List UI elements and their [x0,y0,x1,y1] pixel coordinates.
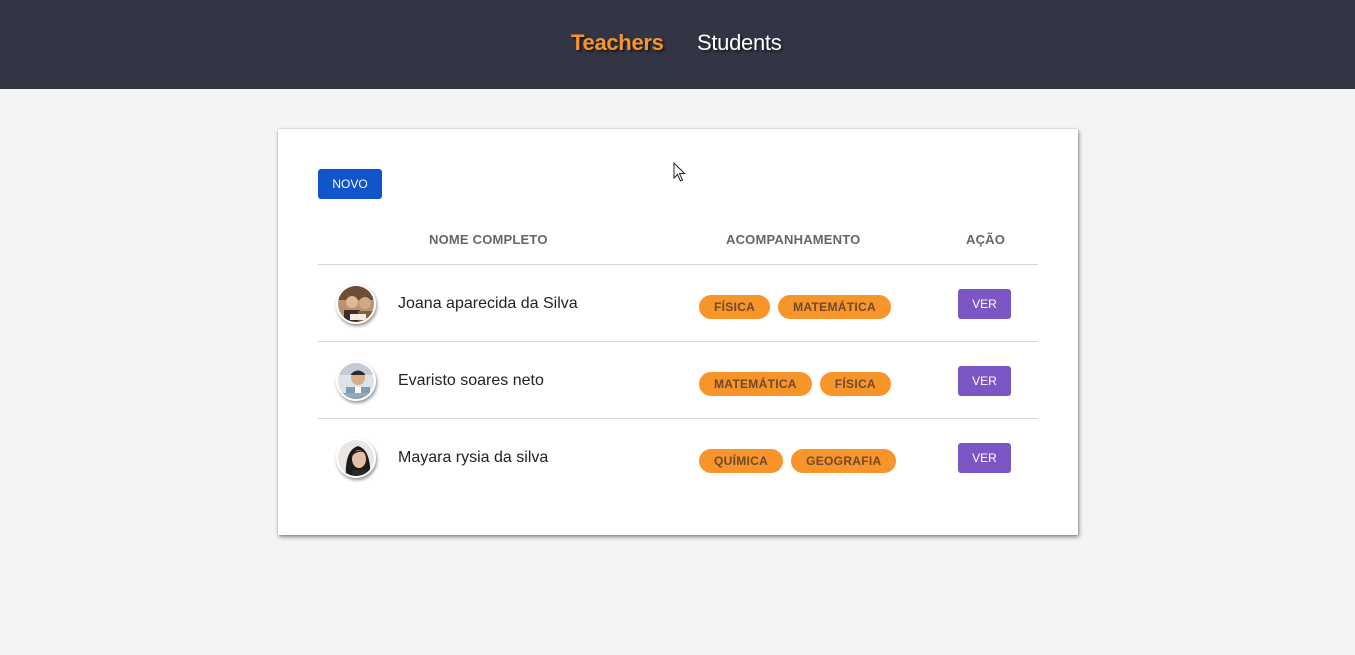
avatar [336,361,376,401]
top-navbar: Teachers Students [0,0,1355,89]
table-row: Mayara rysia da silva QUÍMICA GEOGRAFIA … [318,419,1038,496]
view-button[interactable]: VER [958,443,1011,473]
column-header-action: AÇÃO [966,232,1006,247]
subject-tag: GEOGRAFIA [791,449,897,473]
subject-tag: FÍSICA [819,372,891,396]
nav-students-link[interactable]: Students [697,30,782,56]
teacher-name: Mayara rysia da silva [398,449,549,466]
view-button[interactable]: VER [958,366,1011,396]
teachers-card: NOVO NOME COMPLETO ACOMPANHAMENTO AÇÃO J… [278,129,1078,535]
subject-tag: MATEMÁTICA [699,372,812,396]
avatar [336,284,376,324]
mouse-pointer-icon [673,161,687,187]
new-teacher-button[interactable]: NOVO [318,169,382,199]
subject-tag: MATEMÁTICA [778,295,891,319]
avatar [336,438,376,478]
table-row: Joana aparecida da Silva FÍSICA MATEMÁTI… [318,265,1038,342]
subject-tags: FÍSICA MATEMÁTICA [699,295,891,319]
view-button[interactable]: VER [958,289,1011,319]
nav-teachers-link[interactable]: Teachers [571,30,664,56]
column-header-tracking: ACOMPANHAMENTO [726,232,861,247]
subject-tags: MATEMÁTICA FÍSICA [699,372,891,396]
teacher-name: Joana aparecida da Silva [398,295,578,312]
teacher-name: Evaristo soares neto [398,372,544,389]
subject-tags: QUÍMICA GEOGRAFIA [699,449,897,473]
subject-tag: QUÍMICA [699,449,784,473]
table-row: Evaristo soares neto MATEMÁTICA FÍSICA V… [318,342,1038,419]
column-header-name: NOME COMPLETO [429,232,548,247]
subject-tag: FÍSICA [699,295,771,319]
